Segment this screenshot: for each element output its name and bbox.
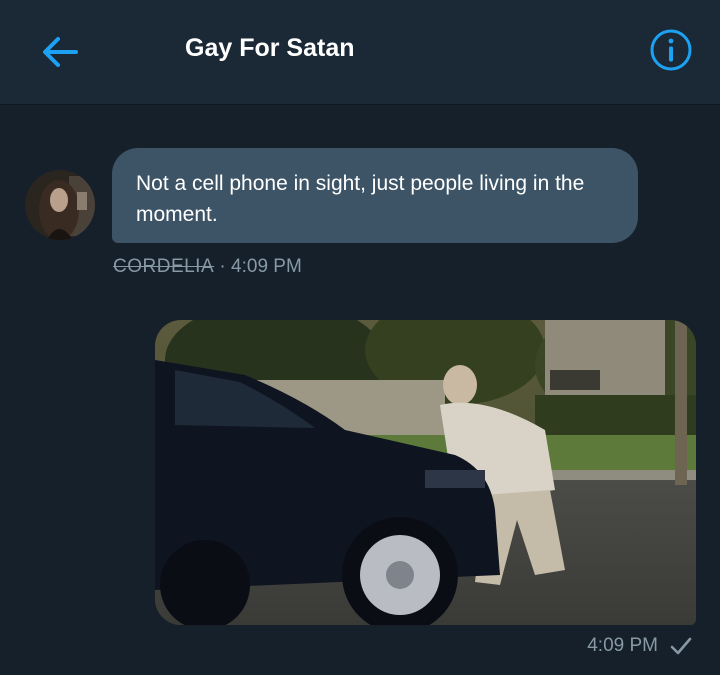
conversation-title: Gay For Satan (185, 34, 355, 62)
info-circle-icon (650, 29, 692, 71)
sent-message-time: 4:09 PM (587, 635, 658, 656)
message-time: 4:09 PM (231, 256, 302, 277)
message-text: Not a cell phone in sight, just people l… (136, 172, 585, 226)
sender-name[interactable]: CORDELIA (113, 256, 214, 277)
meta-separator: · (219, 256, 226, 277)
checkmark-icon (670, 637, 692, 655)
conversation-header: Gay For Satan (0, 0, 720, 105)
message-meta: CORDELIA · 4:09 PM (113, 256, 302, 278)
sent-media-image[interactable] (155, 320, 696, 625)
avatar[interactable] (25, 170, 95, 240)
back-button[interactable] (38, 30, 82, 74)
received-message-bubble[interactable]: Not a cell phone in sight, just people l… (112, 148, 638, 243)
info-button[interactable] (648, 27, 694, 73)
sent-message-meta: 4:09 PM (587, 635, 692, 657)
arrow-left-icon (43, 37, 78, 67)
